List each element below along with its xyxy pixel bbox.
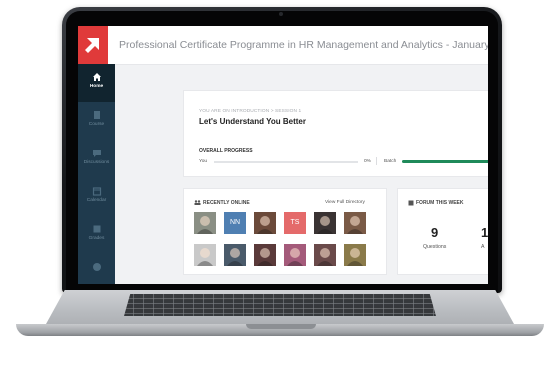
avatar-photo[interactable] bbox=[254, 212, 276, 234]
sidebar-item-label: Calendar bbox=[86, 198, 107, 203]
avatar-photo[interactable] bbox=[194, 212, 216, 234]
sidebar: Home Course Discussions Calendar Grades bbox=[78, 64, 115, 284]
progress-title: OVERALL PROGRESS bbox=[199, 148, 253, 154]
top-bar: Professional Certificate Programme in HR… bbox=[78, 26, 488, 65]
progress-batch-bar bbox=[402, 160, 488, 163]
questions-label: Questions bbox=[423, 244, 447, 250]
avatar-initials[interactable]: TS bbox=[284, 212, 306, 234]
avatar-photo[interactable] bbox=[314, 212, 336, 234]
forum-title: FORUM THIS WEEK bbox=[416, 200, 464, 206]
people-icon bbox=[194, 200, 201, 205]
sidebar-item-discussions[interactable]: Discussions bbox=[78, 140, 115, 178]
logo-arrow-icon bbox=[85, 38, 99, 53]
sidebar-item-label: Home bbox=[89, 84, 104, 89]
view-full-directory-link[interactable]: View Full Directory bbox=[325, 200, 365, 205]
lid-notch bbox=[246, 324, 316, 329]
home-icon bbox=[92, 73, 101, 81]
progress-you-value: 0% bbox=[364, 159, 371, 164]
recently-online-card: RECENTLY ONLINE View Full Directory NN TS bbox=[183, 188, 387, 275]
sidebar-item-help[interactable] bbox=[78, 254, 115, 284]
webcam bbox=[279, 12, 283, 16]
forum-card: FORUM THIS WEEK 9 Questions 1 A bbox=[397, 188, 488, 275]
progress-batch-label: Batch bbox=[384, 159, 397, 164]
keyboard bbox=[124, 294, 436, 316]
laptop-base bbox=[16, 290, 544, 336]
sidebar-item-course[interactable]: Course bbox=[78, 102, 115, 140]
breadcrumb: YOU ARE ON INTRODUCTION > SESSION 1 bbox=[199, 109, 302, 114]
sidebar-item-label: Grades bbox=[88, 236, 105, 241]
sidebar-item-calendar[interactable]: Calendar bbox=[78, 178, 115, 216]
questions-count: 9 bbox=[431, 225, 439, 240]
grades-icon bbox=[93, 225, 100, 233]
avatar-photo[interactable] bbox=[194, 244, 216, 266]
sidebar-item-label: Course bbox=[88, 122, 105, 127]
progress-you-bar bbox=[214, 161, 358, 163]
help-icon bbox=[92, 263, 101, 271]
avatar-photo[interactable] bbox=[284, 244, 306, 266]
brand-logo[interactable] bbox=[78, 26, 108, 64]
chat-icon bbox=[92, 150, 101, 157]
avatar-photo[interactable] bbox=[344, 212, 366, 234]
recently-online-title: RECENTLY ONLINE bbox=[203, 200, 250, 206]
avatar-initials[interactable]: NN bbox=[224, 212, 246, 234]
calendar-icon bbox=[92, 187, 101, 196]
avatar-photo[interactable] bbox=[224, 244, 246, 266]
avatar-photo[interactable] bbox=[254, 244, 276, 266]
forum-icon bbox=[408, 200, 414, 206]
sidebar-item-grades[interactable]: Grades bbox=[78, 216, 115, 254]
program-title: Professional Certificate Programme in HR… bbox=[119, 39, 488, 51]
screen: Professional Certificate Programme in HR… bbox=[78, 26, 488, 284]
progress-you-label: You bbox=[199, 159, 208, 164]
sidebar-item-home[interactable]: Home bbox=[78, 64, 115, 102]
answers-count: 1 bbox=[481, 225, 488, 240]
answers-label: A bbox=[481, 244, 485, 250]
sidebar-item-label: Discussions bbox=[83, 160, 110, 165]
welcome-heading[interactable]: Let's Understand You Better bbox=[199, 117, 306, 126]
avatar-photo[interactable] bbox=[314, 244, 336, 266]
welcome-card: YOU ARE ON INTRODUCTION > SESSION 1 Let'… bbox=[183, 90, 488, 177]
book-icon bbox=[93, 111, 100, 119]
progress-divider bbox=[376, 157, 377, 165]
avatar-photo[interactable] bbox=[344, 244, 366, 266]
